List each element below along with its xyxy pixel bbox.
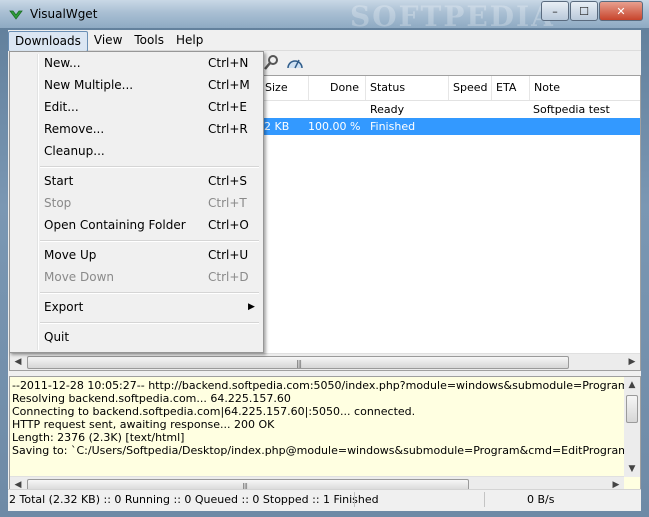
status-divider <box>354 492 355 507</box>
scroll-right-arrow[interactable]: ▶ <box>624 354 640 370</box>
menu-item-move-up[interactable]: Move Up Ctrl+U <box>12 244 261 266</box>
log-output[interactable]: --2011-12-28 10:05:27-- http://backend.s… <box>9 376 641 494</box>
menu-item-edit[interactable]: Edit... Ctrl+E <box>12 96 261 118</box>
window-title: VisualWget <box>30 7 98 21</box>
menu-item-label: New Multiple... <box>44 78 134 92</box>
menu-separator <box>40 240 259 242</box>
menu-item-new-multiple[interactable]: New Multiple... Ctrl+M <box>12 74 261 96</box>
close-button[interactable]: ✕ <box>599 1 643 21</box>
downloads-dropdown-menu: New... Ctrl+N New Multiple... Ctrl+M Edi… <box>9 51 264 353</box>
menu-item-start[interactable]: Start Ctrl+S <box>12 170 261 192</box>
log-line: Saving to: `C:/Users/Softpedia/Desktop/i… <box>12 444 624 457</box>
menu-item-label: Quit <box>44 330 70 344</box>
app-logo-icon <box>9 10 23 20</box>
menu-separator <box>40 292 259 294</box>
cell-note: Softpedia test <box>533 103 610 116</box>
log-line: --2011-12-28 10:05:27-- http://backend.s… <box>12 379 624 392</box>
status-divider <box>484 492 485 507</box>
column-size[interactable]: Size <box>260 76 308 100</box>
scroll-left-arrow[interactable]: ◀ <box>10 354 26 370</box>
menu-item-label: Move Up <box>44 248 97 262</box>
scroll-thumb[interactable]: ||| <box>27 356 569 369</box>
menu-item-label: Remove... <box>44 122 105 136</box>
menu-view[interactable]: View <box>88 31 128 50</box>
menu-item-shortcut: Ctrl+M <box>208 78 250 92</box>
menu-item-label: Start <box>44 174 74 188</box>
cell-done: 100.00 % <box>308 120 361 133</box>
log-line: Resolving backend.softpedia.com... 64.22… <box>12 392 291 405</box>
menu-item-label: Cleanup... <box>44 144 105 158</box>
status-bar: 2 Total (2.32 KB) :: 0 Running :: 0 Queu… <box>8 489 641 510</box>
status-summary: 2 Total (2.32 KB) :: 0 Running :: 0 Queu… <box>9 493 379 506</box>
cell-size: 2 KB <box>264 120 290 133</box>
status-speed: 0 B/s <box>527 493 555 506</box>
scroll-up-arrow[interactable]: ▲ <box>624 377 640 393</box>
menu-item-shortcut: Ctrl+N <box>208 56 249 70</box>
menu-item-shortcut: Ctrl+U <box>208 248 249 262</box>
speed-gauge-icon[interactable] <box>286 54 304 72</box>
settings-wrench-icon[interactable] <box>262 54 280 72</box>
column-status[interactable]: Status <box>365 76 448 100</box>
minimize-button[interactable]: – <box>541 1 569 21</box>
menu-item-label: Stop <box>44 196 72 210</box>
menu-item-shortcut: Ctrl+O <box>208 218 249 232</box>
menu-downloads[interactable]: Downloads <box>8 31 88 52</box>
cell-status: Ready <box>370 103 405 116</box>
menu-separator <box>40 166 259 168</box>
menu-item-quit[interactable]: Quit <box>12 326 261 348</box>
menu-item-label: Export <box>44 300 84 314</box>
title-bar[interactable]: SOFTPEDIA VisualWget – ☐ ✕ <box>0 0 649 33</box>
log-line: Length: 2376 (2.3K) [text/html] <box>12 431 185 444</box>
column-note[interactable]: Note <box>529 76 640 100</box>
scroll-down-arrow[interactable]: ▼ <box>624 461 640 477</box>
menu-item-shortcut: Ctrl+T <box>208 196 247 210</box>
menu-item-remove[interactable]: Remove... Ctrl+R <box>12 118 261 140</box>
column-done[interactable]: Done <box>308 76 365 100</box>
menu-item-new[interactable]: New... Ctrl+N <box>12 52 261 74</box>
column-speed[interactable]: Speed <box>448 76 491 100</box>
menu-bar: Downloads View Tools Help <box>8 30 641 52</box>
column-eta[interactable]: ETA <box>491 76 529 100</box>
maximize-button[interactable]: ☐ <box>570 1 598 21</box>
cell-status: Finished <box>370 120 416 133</box>
menu-item-shortcut: Ctrl+R <box>208 122 248 136</box>
menu-item-export[interactable]: Export ▶ <box>12 296 261 318</box>
menu-item-shortcut: Ctrl+E <box>208 100 247 114</box>
menu-item-label: New... <box>44 56 81 70</box>
menu-tools[interactable]: Tools <box>128 31 170 50</box>
menu-help[interactable]: Help <box>170 31 209 50</box>
menu-separator <box>40 322 259 324</box>
menu-item-move-down: Move Down Ctrl+D <box>12 266 261 288</box>
watermark: SOFTPEDIA <box>350 0 555 33</box>
menu-item-shortcut: Ctrl+S <box>208 174 248 188</box>
menu-item-cleanup[interactable]: Cleanup... <box>12 140 261 162</box>
scroll-thumb[interactable] <box>626 395 638 423</box>
menu-item-open-containing-folder[interactable]: Open Containing Folder Ctrl+O <box>12 214 261 236</box>
scroll-grip: ||| <box>296 359 302 368</box>
submenu-arrow-icon: ▶ <box>248 302 255 312</box>
menu-item-label: Move Down <box>44 270 114 284</box>
menu-item-label: Edit... <box>44 100 79 114</box>
log-line: Connecting to backend.softpedia.com|64.2… <box>12 405 416 418</box>
list-horizontal-scrollbar[interactable]: ◀ ||| ▶ <box>10 353 640 370</box>
log-vertical-scrollbar[interactable]: ▲ ▼ <box>624 377 640 477</box>
menu-item-stop: Stop Ctrl+T <box>12 192 261 214</box>
menu-item-shortcut: Ctrl+D <box>208 270 249 284</box>
menu-item-label: Open Containing Folder <box>44 218 186 232</box>
log-line: HTTP request sent, awaiting response... … <box>12 418 275 431</box>
